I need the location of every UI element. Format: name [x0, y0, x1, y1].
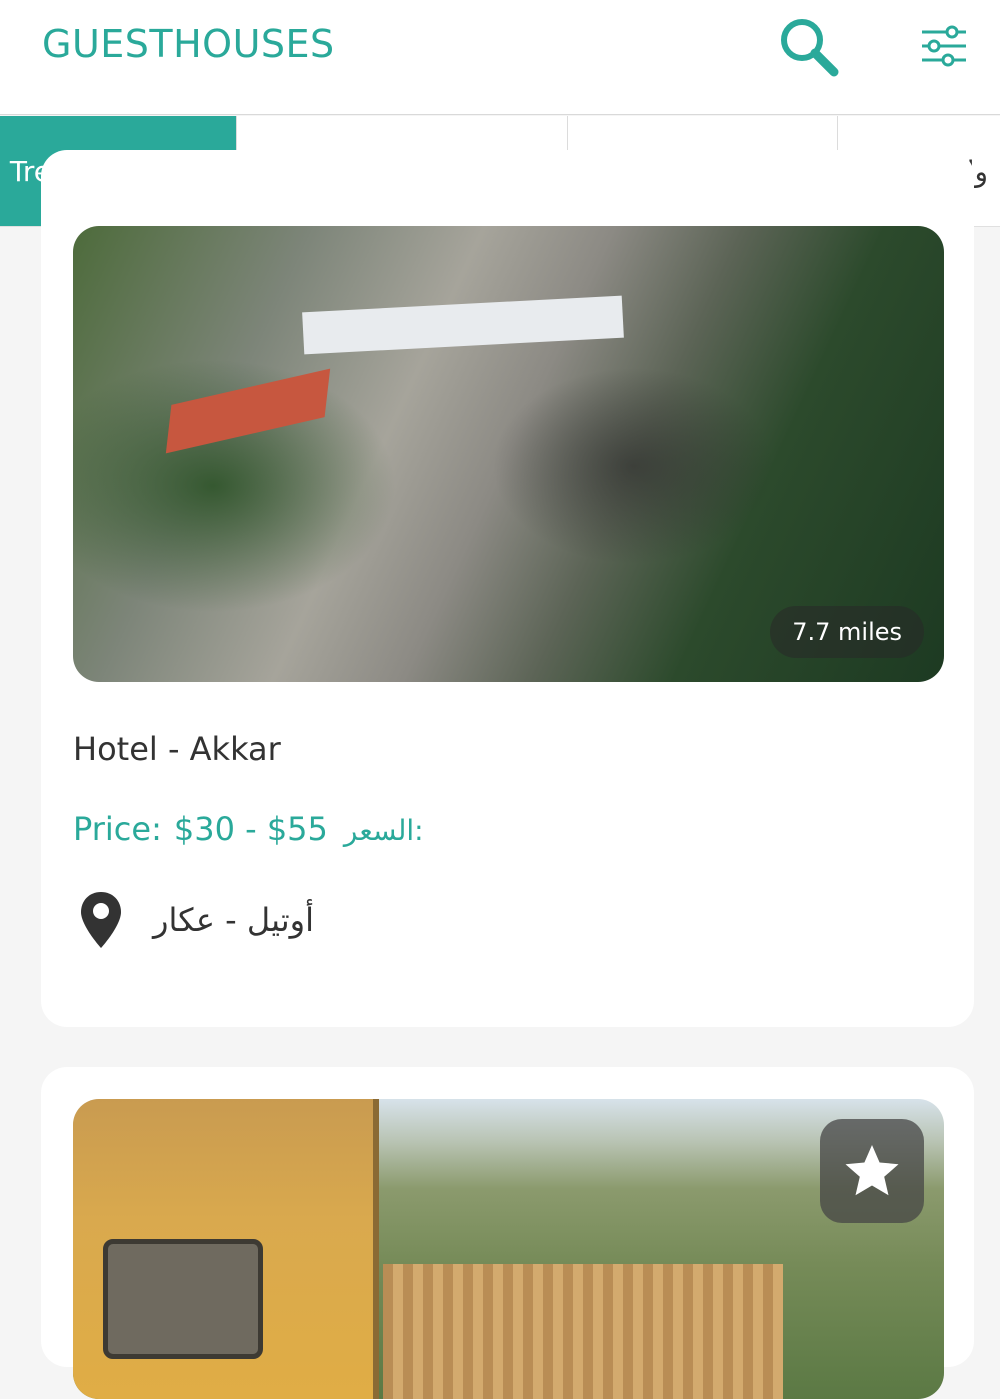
app-header: GUESTHOUSES [0, 0, 1000, 115]
listing-price: Price: $30 - $55 السعر: [73, 810, 424, 848]
photo-bus [73, 1099, 379, 1399]
star-icon [845, 1145, 899, 1196]
price-label-ar: السعر: [343, 814, 424, 847]
listing-title[interactable]: Hotel - Akkar [73, 730, 281, 768]
search-icon [781, 19, 839, 77]
filter-button[interactable] [908, 10, 980, 82]
price-range: $30 - $55 [173, 810, 328, 848]
listing-photo[interactable]: 7.7 miles [73, 226, 944, 682]
search-button[interactable] [772, 10, 844, 82]
map-pin-icon [81, 892, 121, 948]
photo-bus-window [103, 1239, 263, 1359]
app-title: GUESTHOUSES [42, 22, 335, 66]
sliders-icon [922, 25, 966, 67]
price-label: Price: [73, 810, 162, 848]
photo-roof [165, 368, 331, 454]
listing-card[interactable]: 7.7 miles Hotel - Akkar Price: $30 - $55 ا… [41, 150, 974, 1027]
photo-fence [383, 1264, 783, 1399]
distance-badge: 7.7 miles [770, 606, 924, 658]
listing-card[interactable] [41, 1067, 974, 1399]
favorite-button[interactable] [820, 1119, 924, 1223]
photo-building [302, 295, 624, 355]
listing-location: أوتيل - عكار [79, 890, 314, 950]
listing-photo[interactable] [73, 1099, 944, 1399]
location-text: أوتيل - عكار [153, 901, 314, 939]
